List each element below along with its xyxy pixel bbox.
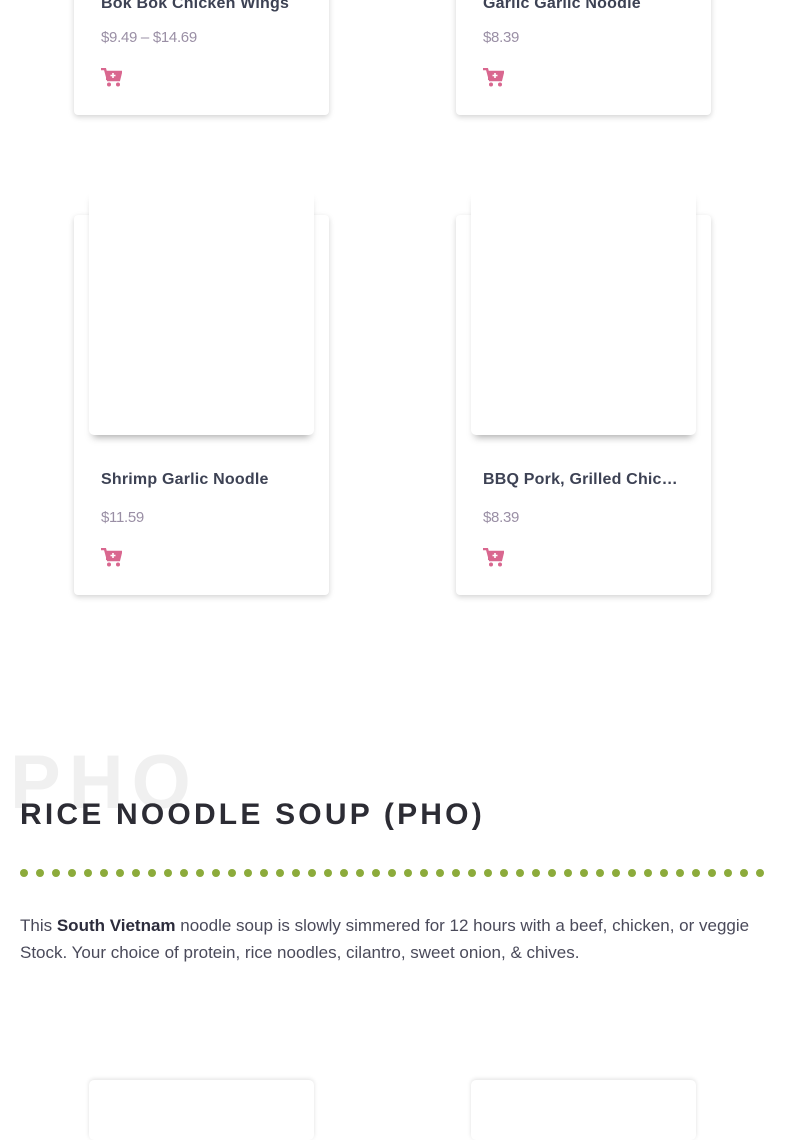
product-card[interactable]: Shrimp Garlic Noodle $11.59 <box>74 190 329 595</box>
divider-dot <box>164 869 172 877</box>
divider-dot <box>484 869 492 877</box>
divider-dot <box>276 869 284 877</box>
divider-dot <box>84 869 92 877</box>
add-to-cart-icon[interactable] <box>483 548 504 567</box>
divider-dot <box>212 869 220 877</box>
divider-dot <box>468 869 476 877</box>
product-price: $11.59 <box>101 509 144 526</box>
divider-dot <box>68 869 76 877</box>
divider-dot <box>20 869 28 877</box>
divider-dot <box>612 869 620 877</box>
divider-dot <box>548 869 556 877</box>
divider-dot <box>196 869 204 877</box>
divider-dot <box>756 869 764 877</box>
product-name[interactable]: Shrimp Garlic Noodle <box>101 471 269 489</box>
product-card[interactable]: Bok Bok Chicken Wings $9.49 – $14.69 <box>74 0 329 115</box>
divider-dot <box>324 869 332 877</box>
add-to-cart-icon[interactable] <box>101 68 122 87</box>
divider-dot <box>532 869 540 877</box>
divider-dot <box>564 869 572 877</box>
divider-dot <box>148 869 156 877</box>
add-to-cart-icon[interactable] <box>101 548 122 567</box>
divider-dot <box>228 869 236 877</box>
divider-dot <box>628 869 636 877</box>
divider-dot <box>596 869 604 877</box>
divider-dot <box>676 869 684 877</box>
divider-dot <box>180 869 188 877</box>
divider-dot <box>516 869 524 877</box>
divider-dot <box>116 869 124 877</box>
divider-dot <box>100 869 108 877</box>
product-card[interactable]: BBQ Pork, Grilled Chicken $8.39 <box>456 190 711 595</box>
product-image[interactable] <box>89 190 314 435</box>
divider-dot <box>388 869 396 877</box>
divider-dot <box>308 869 316 877</box>
divider-dot <box>356 869 364 877</box>
divider-dot <box>292 869 300 877</box>
section-description: This South Vietnam noodle soup is slowly… <box>20 912 765 966</box>
divider-dot <box>36 869 44 877</box>
add-to-cart-icon[interactable] <box>483 68 504 87</box>
divider-dot <box>436 869 444 877</box>
product-price: $9.49 – $14.69 <box>101 29 197 46</box>
description-text: This <box>20 916 57 935</box>
divider-dot <box>420 869 428 877</box>
divider-dot <box>660 869 668 877</box>
divider-dot <box>724 869 732 877</box>
product-image[interactable] <box>89 1080 314 1140</box>
product-price: $8.39 <box>483 29 520 46</box>
description-highlight: South Vietnam <box>56 916 176 935</box>
product-name[interactable]: Garlic Garlic Noodle <box>483 0 641 13</box>
product-image[interactable] <box>471 190 696 435</box>
product-card[interactable]: Garlic Garlic Noodle $8.39 <box>456 0 711 115</box>
divider-dot <box>692 869 700 877</box>
product-price: $8.39 <box>483 509 520 526</box>
divider-dot <box>452 869 460 877</box>
divider-dot <box>644 869 652 877</box>
divider-dot <box>500 869 508 877</box>
divider-dot <box>260 869 268 877</box>
divider-dot <box>372 869 380 877</box>
divider-dot <box>740 869 748 877</box>
divider-dot <box>404 869 412 877</box>
divider-dot <box>132 869 140 877</box>
divider-dot <box>708 869 716 877</box>
product-name[interactable]: BBQ Pork, Grilled Chicken <box>483 471 679 489</box>
divider-dot <box>244 869 252 877</box>
section-title: RICE NOODLE SOUP (PHO) <box>20 798 485 831</box>
divider-dot <box>52 869 60 877</box>
divider-dot <box>340 869 348 877</box>
section-divider <box>20 869 770 879</box>
product-image[interactable] <box>471 1080 696 1140</box>
divider-dot <box>580 869 588 877</box>
product-name[interactable]: Bok Bok Chicken Wings <box>101 0 289 13</box>
